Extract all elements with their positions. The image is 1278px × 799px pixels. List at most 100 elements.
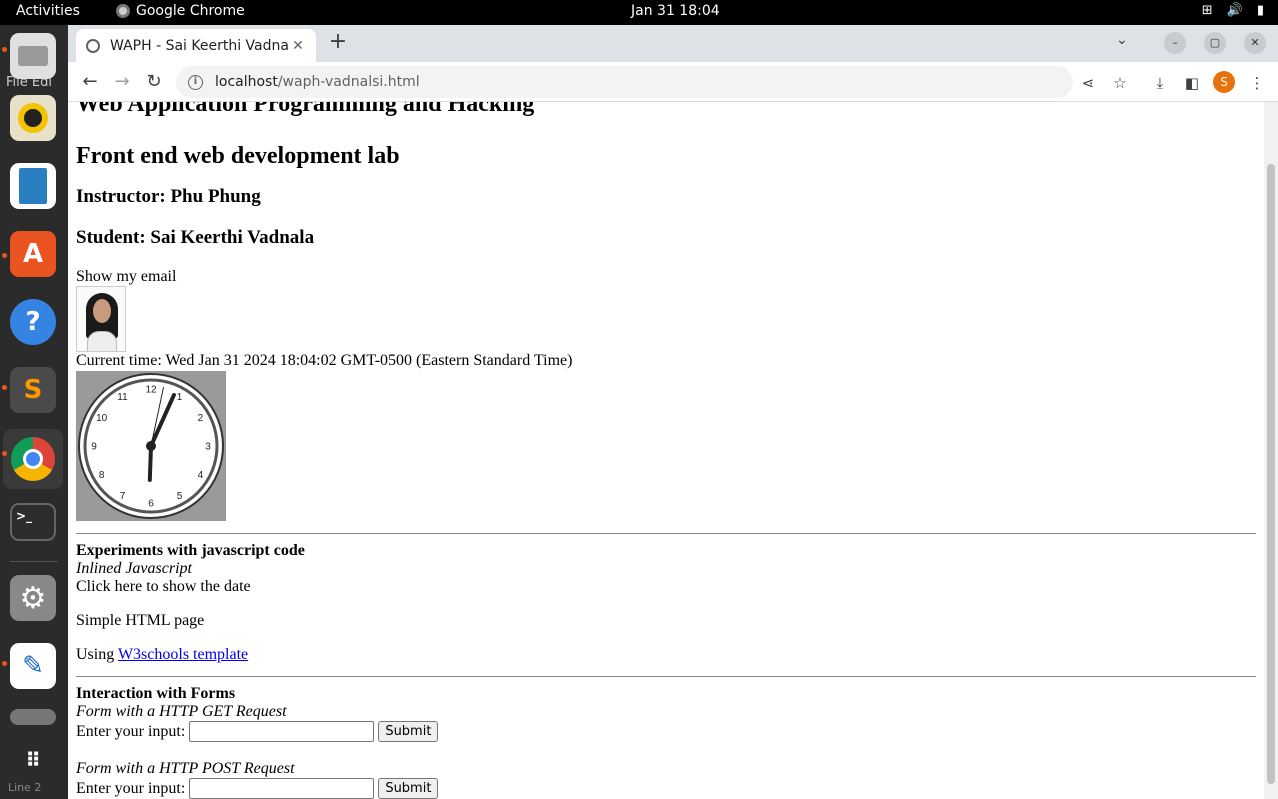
using-prefix: Using [76, 646, 118, 663]
bookmark-star-icon[interactable]: ☆ [1109, 72, 1131, 94]
clock-center [146, 441, 156, 451]
clock-number: 3 [205, 442, 211, 453]
reload-button[interactable]: ↻ [142, 70, 166, 94]
help-icon[interactable]: ? [10, 299, 56, 345]
active-tab[interactable]: WAPH - Sai Keerthi Vadnalsi ✕ [76, 29, 316, 62]
url-host: localhost [215, 74, 278, 90]
post-input-field[interactable] [189, 778, 375, 799]
current-time: Current time: Wed Jan 31 2024 18:04:02 G… [76, 352, 573, 369]
student-photo [76, 286, 126, 352]
app-name: Google Chrome [136, 3, 245, 19]
terminal-icon[interactable]: >_ [10, 503, 56, 541]
instructor-heading: Instructor: Phu Phung [76, 186, 261, 207]
running-indicator [2, 451, 7, 456]
lab-heading: Front end web development lab [76, 143, 400, 169]
maximize-button[interactable]: ▢ [1204, 32, 1226, 54]
share-icon[interactable]: ⋖ [1077, 72, 1099, 94]
address-bar[interactable]: i localhost/waph-vadnalsi.html [176, 66, 1073, 98]
show-date-click-target[interactable]: Click here to show the date [76, 578, 1256, 596]
simple-page-text: Simple HTML page [76, 612, 205, 629]
chrome-icon [116, 4, 130, 18]
tab-title: WAPH - Sai Keerthi Vadnalsi [110, 37, 290, 54]
js-section-title: Experiments with javascript code [76, 542, 305, 559]
chrome-dock-icon[interactable] [3, 429, 63, 489]
tab-close-icon[interactable]: ✕ [290, 38, 306, 54]
post-input-label: Enter your input: [76, 779, 186, 797]
network-icon: ⊞ [1201, 3, 1213, 18]
get-input-field[interactable] [189, 721, 375, 742]
clock-number: 11 [117, 392, 128, 403]
clock-number: 10 [96, 413, 108, 424]
download-icon[interactable]: ⤓ [1149, 72, 1171, 94]
dock: File Edi A ? S >_ ⚙ ✎ ⠿ Line 2 [0, 25, 68, 799]
show-email-toggle[interactable]: Show my email [76, 268, 1256, 286]
js-section-subtitle: Inlined Javascript [76, 560, 192, 577]
running-indicator [2, 385, 7, 390]
page-main-heading: Web Application Programming and Hacking [76, 102, 535, 117]
clock-number: 12 [145, 385, 157, 396]
volume-icon: 🔊 [1226, 3, 1243, 18]
clock-number: 5 [177, 491, 183, 502]
clock-number: 9 [91, 442, 97, 453]
site-info-icon[interactable]: i [188, 74, 203, 90]
back-button[interactable]: ← [78, 70, 102, 94]
using-text: Using W3schools template [76, 646, 1256, 664]
show-apps-icon[interactable]: ⠿ [10, 737, 56, 783]
clock-number: 4 [198, 470, 204, 481]
new-tab-button[interactable]: + [326, 31, 350, 55]
get-form-title: Form with a HTTP GET Request [76, 703, 287, 720]
divider [76, 533, 1256, 534]
battery-icon: ▮ [1256, 3, 1264, 18]
clock-face: 121234567891011 [78, 373, 224, 519]
text-editor-icon[interactable]: ✎ [10, 643, 56, 689]
close-window-button[interactable]: ✕ [1244, 32, 1266, 54]
app-menu[interactable]: Google Chrome [116, 3, 245, 19]
chrome-menu-icon[interactable]: ⋮ [1246, 72, 1268, 94]
clock-number: 8 [99, 470, 105, 481]
rhythmbox-icon[interactable] [10, 95, 56, 141]
tab-strip: WAPH - Sai Keerthi Vadnalsi ✕ + ⌄ – ▢ ✕ [68, 25, 1278, 62]
system-top-bar: Activities Google Chrome Jan 31 18:04 ⊞ … [0, 0, 1278, 25]
student-heading: Student: Sai Keerthi Vadnala [76, 227, 315, 248]
activities-button[interactable]: Activities [16, 3, 80, 19]
clock-number: 7 [120, 491, 126, 502]
running-indicator [2, 661, 7, 666]
profile-avatar[interactable]: S [1213, 71, 1235, 93]
w3schools-link[interactable]: W3schools template [118, 646, 248, 663]
running-indicator [2, 47, 7, 52]
get-form: Enter your input: Submit [76, 721, 1256, 742]
get-submit-button[interactable]: Submit [378, 721, 439, 742]
analog-clock: 12 1 2 3 4 5 6 7 8 9 10 11 [76, 371, 226, 521]
clock-number: 1 [177, 392, 183, 403]
divider [76, 676, 1256, 677]
chrome-window: WAPH - Sai Keerthi Vadnalsi ✕ + ⌄ – ▢ ✕ … [68, 25, 1278, 799]
tab-search-icon[interactable]: ⌄ [1116, 32, 1128, 48]
vertical-scrollbar[interactable] [1264, 102, 1278, 799]
clock-number: 6 [148, 499, 154, 510]
minimize-button[interactable]: – [1164, 32, 1186, 54]
drive-icon[interactable] [10, 709, 56, 725]
app-center-icon[interactable]: A [10, 231, 56, 277]
system-clock[interactable]: Jan 31 18:04 [631, 3, 720, 19]
files-icon[interactable] [10, 33, 56, 79]
scrollbar-thumb[interactable] [1267, 164, 1275, 784]
side-panel-icon[interactable]: ◧ [1181, 72, 1203, 94]
post-form: Enter your input: Submit [76, 778, 1256, 799]
forward-button[interactable]: → [110, 70, 134, 94]
page-content: Web Application Programming and Hacking … [76, 102, 1256, 799]
system-tray[interactable]: ⊞ 🔊 ▮ [1202, 3, 1264, 18]
page-viewport: Web Application Programming and Hacking … [68, 102, 1264, 799]
post-submit-button[interactable]: Submit [378, 778, 439, 799]
hour-hand [147, 444, 153, 482]
settings-icon[interactable]: ⚙ [10, 575, 56, 621]
sublime-text-icon[interactable]: S [10, 367, 56, 413]
dock-separator [10, 561, 58, 562]
globe-icon [86, 38, 100, 53]
get-input-label: Enter your input: [76, 722, 186, 740]
writer-icon[interactable] [10, 163, 56, 209]
editor-status: Line 2 [8, 781, 42, 794]
forms-section-title: Interaction with Forms [76, 685, 236, 702]
running-indicator [2, 253, 7, 258]
clock-number: 2 [198, 413, 204, 424]
url-path: /waph-vadnalsi.html [277, 74, 420, 90]
